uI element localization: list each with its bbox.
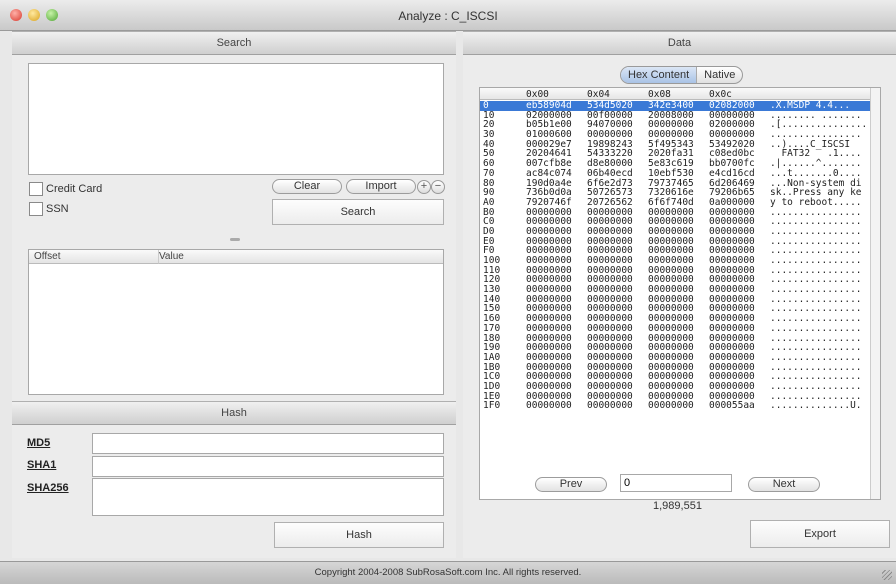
prev-button[interactable]: Prev [535,477,607,492]
hex-rows: 0 eb58904d 534d5020 342e3400 02082000 .X.MSDP… [480,101,870,411]
window-title: Analyze : C_ISCSI [398,9,498,23]
hash-panel: Hash MD5 SHA1 SHA256 Hash [12,401,456,558]
analyze-window: Analyze : C_ISCSI Search Credit Card SSN… [0,0,896,584]
hex-row-offset: 1F0 [483,400,501,412]
next-button[interactable]: Next [748,477,820,492]
value-column-header[interactable]: Value [159,250,443,264]
export-button[interactable]: Export [750,520,890,548]
hex-view[interactable]: 0x00 0x04 0x08 0x0c 0 eb58904d 534d5020 342… [479,87,881,500]
copyright-bar: Copyright 2004-2008 SubRosaSoft.com Inc.… [0,561,896,584]
hex-col-3: 0x0c [709,89,732,100]
ssn-checkbox[interactable] [29,202,43,216]
hex-row-word: 00000000 [587,400,633,412]
search-button[interactable]: Search [272,199,444,225]
hex-col-0: 0x00 [526,89,549,100]
title-bar: Analyze : C_ISCSI [0,0,896,31]
sha256-label: SHA256 [27,482,69,494]
page-offset-input[interactable] [620,474,732,492]
hex-row-word: 000055aa [709,400,755,412]
hex-col-1: 0x04 [587,89,610,100]
remove-term-icon[interactable]: − [431,180,445,194]
md5-field[interactable] [92,433,444,454]
import-button[interactable]: Import [346,179,416,194]
data-panel: Data Hex Content Native 0x00 0x04 0x08 0x… [463,31,896,558]
tab-native[interactable]: Native [696,67,742,83]
sha1-label: SHA1 [27,459,57,471]
clear-button[interactable]: Clear [272,179,342,194]
view-mode-segmented: Hex Content Native [620,66,744,84]
resize-grip-icon[interactable] [882,570,892,580]
search-panel: Search Credit Card SSN Clear Import + − … [12,31,456,401]
search-header: Search [12,31,456,55]
hash-button[interactable]: Hash [274,522,444,548]
search-terms-area[interactable] [28,63,444,175]
add-term-icon[interactable]: + [417,180,431,194]
hex-scrollbar[interactable] [870,88,880,499]
data-header: Data [463,31,896,55]
sha1-field[interactable] [92,456,444,477]
hex-row-word: 00000000 [526,400,572,412]
credit-card-label: Credit Card [46,183,103,195]
hex-row-word: 00000000 [648,400,694,412]
splitter-handle-icon[interactable] [230,238,240,241]
md5-label: MD5 [27,437,51,449]
hash-header: Hash [12,401,456,425]
hex-row[interactable]: 1F0 00000000 00000000 00000000 000055aa.....… [480,401,870,411]
sha256-field[interactable] [92,478,444,516]
offset-column-header[interactable]: Offset [29,250,159,264]
total-bytes: 1,989,551 [653,500,702,512]
credit-card-checkbox[interactable] [29,182,43,196]
hex-row-ascii: ..............U. [770,400,862,412]
tab-hex-content[interactable]: Hex Content [621,67,697,83]
results-table: Offset Value [28,249,444,395]
hex-col-2: 0x08 [648,89,671,100]
ssn-label: SSN [46,203,69,215]
hex-column-header: 0x00 0x04 0x08 0x0c [480,88,880,100]
